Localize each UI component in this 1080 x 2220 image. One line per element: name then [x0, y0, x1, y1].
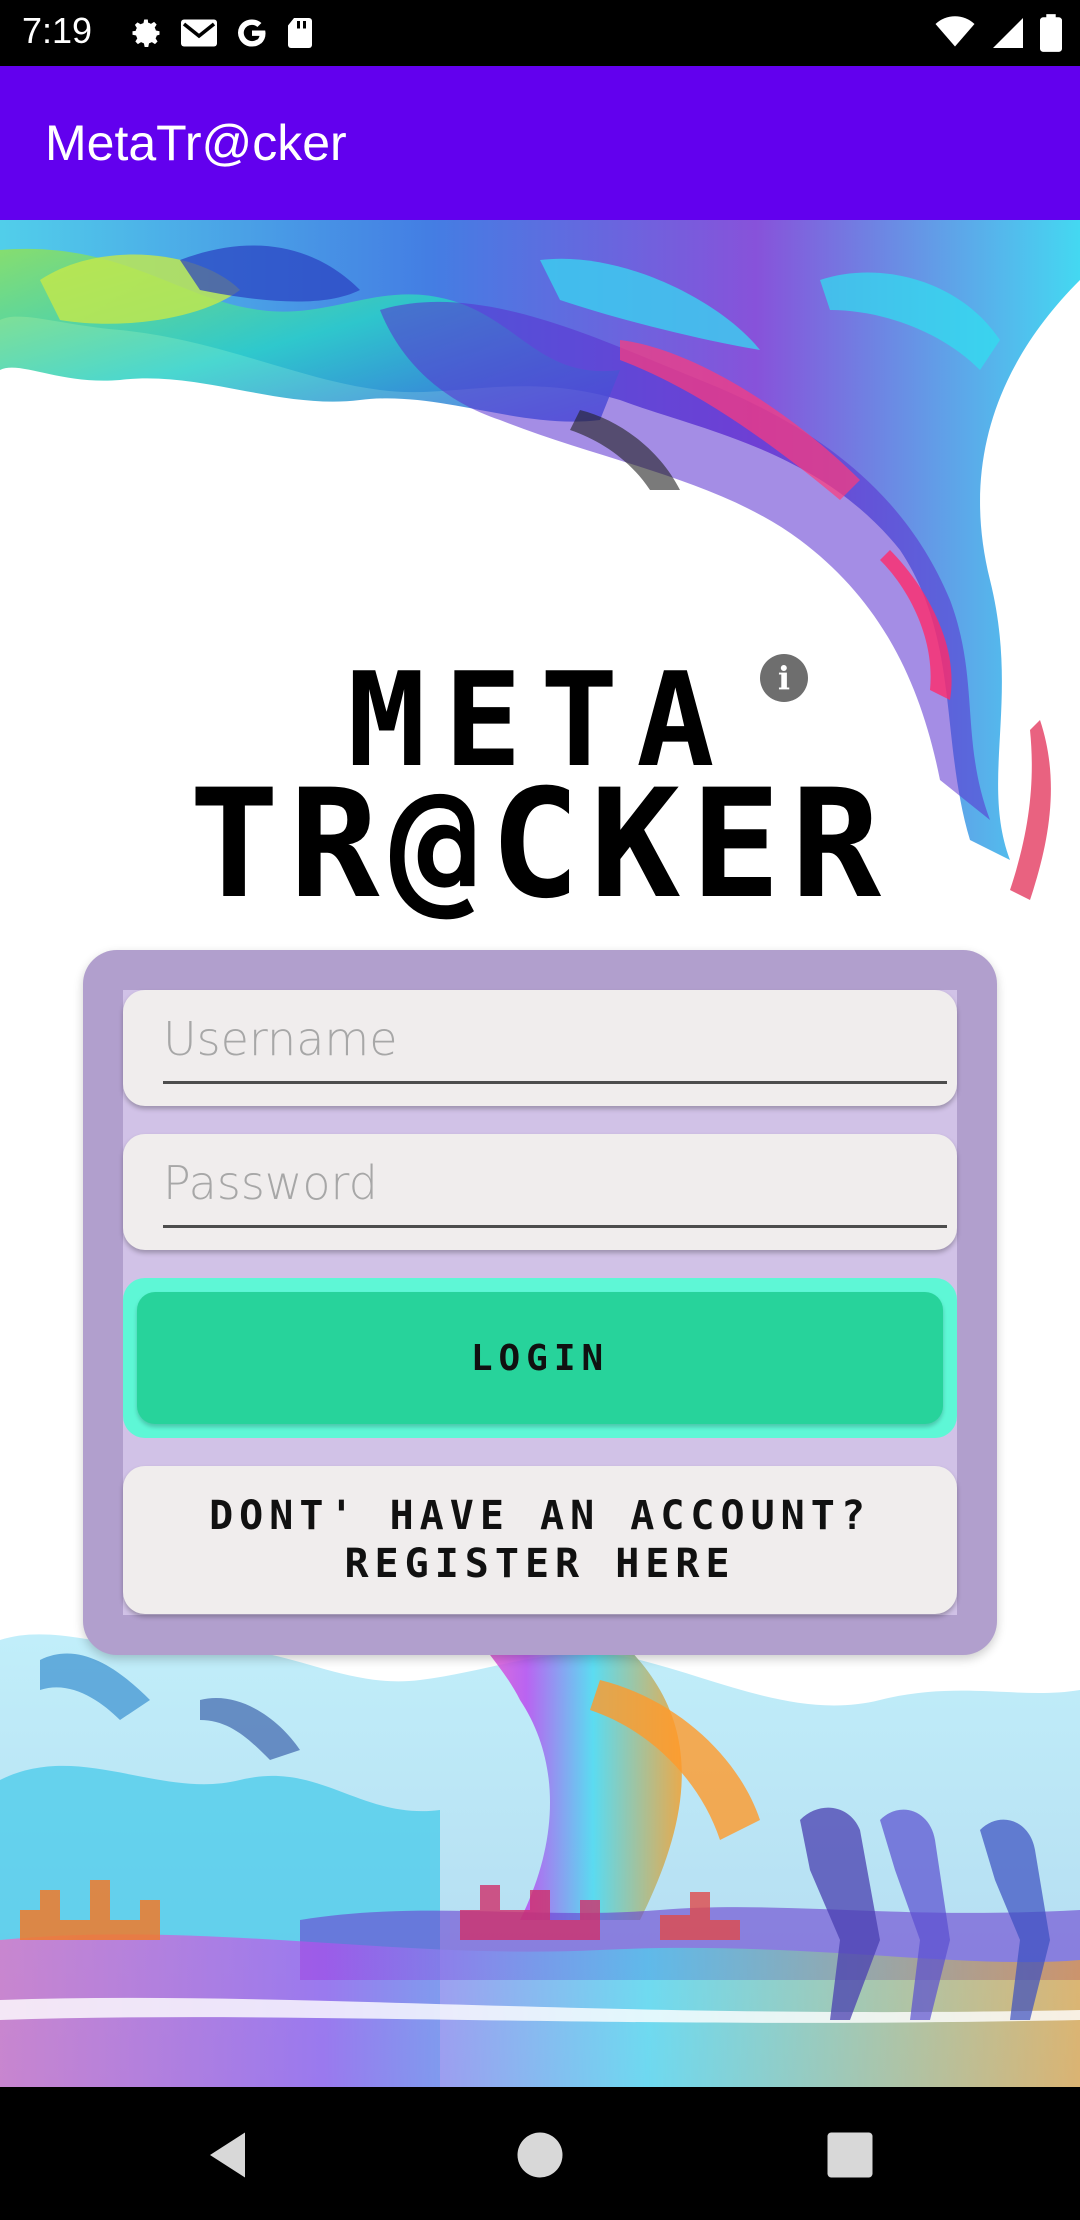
login-form: Username Password LOGIN DONT' HAVE AN AC… — [123, 990, 957, 1615]
login-button-face[interactable]: LOGIN — [137, 1292, 943, 1424]
login-screen: META TR@CKER i Username Password LOGIN D… — [0, 220, 1080, 2087]
back-icon[interactable] — [200, 2125, 260, 2185]
login-card: Username Password LOGIN DONT' HAVE AN AC… — [83, 950, 997, 1655]
google-icon — [238, 19, 266, 47]
gmail-icon — [181, 19, 217, 47]
settings-icon — [132, 19, 160, 47]
system-status-icons — [934, 12, 1062, 54]
home-icon[interactable] — [510, 2125, 570, 2185]
battery-icon — [1040, 14, 1062, 52]
password-field[interactable]: Password — [123, 1134, 957, 1250]
register-button-label: DONT' HAVE AN ACCOUNT? REGISTER HERE — [209, 1493, 871, 1587]
password-underline — [163, 1225, 947, 1228]
navigation-bar — [0, 2087, 1080, 2220]
app-bar: MetaTr@cker — [0, 66, 1080, 220]
register-button[interactable]: DONT' HAVE AN ACCOUNT? REGISTER HERE — [123, 1466, 957, 1614]
recents-icon[interactable] — [820, 2125, 880, 2185]
app-logo: META TR@CKER — [150, 655, 930, 920]
app-title: MetaTr@cker — [45, 115, 347, 171]
sd-card-icon — [288, 18, 312, 48]
wifi-icon — [935, 16, 975, 47]
logo-line-2: TR@CKER — [188, 758, 892, 932]
status-time: 7:19 — [22, 10, 93, 51]
username-field[interactable]: Username — [123, 990, 957, 1106]
password-placeholder: Password — [163, 1156, 378, 1210]
login-button[interactable]: LOGIN — [123, 1278, 957, 1438]
status-bar: 7:19 — [0, 0, 1080, 66]
notification-icons — [128, 12, 316, 54]
login-button-label: LOGIN — [470, 1337, 610, 1379]
username-placeholder: Username — [163, 1012, 398, 1066]
signal-icon — [993, 18, 1023, 48]
info-icon[interactable]: i — [760, 654, 808, 702]
username-underline — [163, 1081, 947, 1084]
